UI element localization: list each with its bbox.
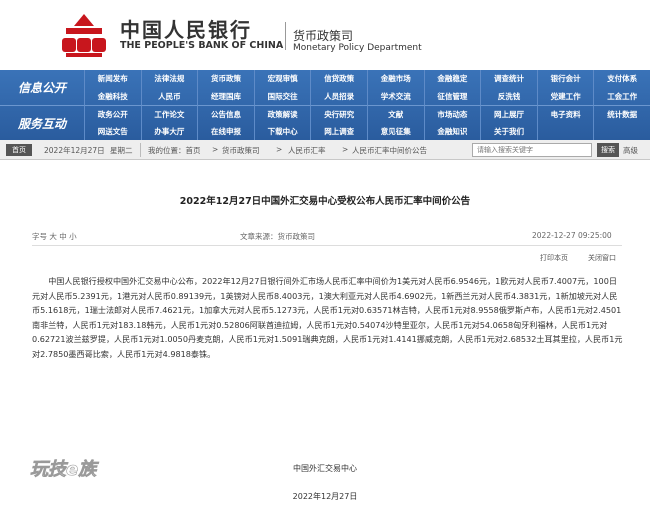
- nav-item[interactable]: 经理国库: [197, 87, 254, 105]
- font-size-selector[interactable]: 字号 大 中 小: [32, 231, 77, 242]
- breadcrumb-arrow-icon: >: [276, 145, 283, 154]
- nav-item[interactable]: 政策解读: [253, 105, 311, 123]
- main-navigation: 信息公开 服务互动 新闻发布 法律法规 货币政策 宏观审慎 信贷政策 金融市场 金融稳定 调查…: [0, 70, 650, 140]
- nav-item[interactable]: 下载中心: [253, 122, 311, 140]
- nav-item[interactable]: 银行会计: [536, 70, 594, 88]
- toolbar-separator: [140, 143, 141, 157]
- nav-item[interactable]: 法律法规: [140, 70, 198, 88]
- print-link[interactable]: 打印本页: [540, 253, 568, 263]
- article-divider: [32, 245, 622, 246]
- nav-item: [593, 122, 650, 140]
- search-button[interactable]: 搜索: [597, 143, 619, 157]
- search-input[interactable]: 请输入搜索关键字: [472, 143, 592, 157]
- department-name-cn: 货币政策司: [293, 29, 354, 43]
- nav-item[interactable]: 文献: [366, 105, 424, 123]
- department-name-en: Monetary Policy Department: [293, 43, 422, 53]
- pboc-logo-icon: [62, 14, 106, 57]
- nav-item[interactable]: 新闻发布: [84, 70, 141, 88]
- watermark-logo: 玩技e族: [30, 459, 100, 480]
- bank-name-en: THE PEOPLE'S BANK OF CHINA: [120, 40, 284, 51]
- breadcrumb-arrow-icon: >: [212, 145, 219, 154]
- nav-item[interactable]: 调查统计: [480, 70, 537, 88]
- nav-item[interactable]: 反洗钱: [480, 87, 537, 105]
- article-title: 2022年12月27日中国外汇交易中心受权公布人民币汇率中间价公告: [179, 196, 471, 207]
- article-body: 中国人民银行授权中国外汇交易中心公布，2022年12月27日银行间外汇市场人民币…: [32, 276, 623, 359]
- article-sign-date: 2022年12月27日: [292, 492, 358, 501]
- nav-item[interactable]: 金融稳定: [423, 70, 481, 88]
- nav-item[interactable]: 办事大厅: [140, 122, 198, 140]
- nav-item[interactable]: 支付体系: [593, 70, 650, 88]
- nav-section-service[interactable]: 服务互动: [0, 105, 84, 140]
- nav-item[interactable]: 工会工作: [593, 87, 650, 105]
- site-header: 中国人民银行 THE PEOPLE'S BANK OF CHINA 货币政策司 …: [0, 0, 650, 70]
- nav-item[interactable]: 统计数据: [593, 105, 650, 123]
- breadcrumb-rate-notice[interactable]: 人民币汇率中间价公告: [352, 145, 427, 156]
- nav-item[interactable]: 关于我们: [480, 122, 537, 140]
- nav-item[interactable]: 网上展厅: [480, 105, 537, 123]
- nav-item[interactable]: 人员招录: [310, 87, 367, 105]
- nav-item[interactable]: 意见征集: [366, 122, 424, 140]
- nav-item[interactable]: 市场动态: [423, 105, 481, 123]
- nav-item[interactable]: 工作论文: [140, 105, 198, 123]
- breadcrumb-arrow-icon: >: [342, 145, 349, 154]
- nav-section-info[interactable]: 信息公开: [0, 70, 84, 105]
- nav-item[interactable]: 国际交往: [253, 87, 311, 105]
- nav-item[interactable]: 人民币: [140, 87, 198, 105]
- nav-item[interactable]: 金融科技: [84, 87, 141, 105]
- toolbar: 首页 2022年12月27日 星期二 我的位置：首页 > 货币政策司 > 人民币…: [0, 140, 650, 160]
- nav-item[interactable]: 党建工作: [536, 87, 594, 105]
- nav-item[interactable]: 信贷政策: [310, 70, 367, 88]
- bank-name-cn: 中国人民银行: [120, 18, 252, 42]
- advanced-search-link[interactable]: 高级: [623, 145, 638, 156]
- nav-item[interactable]: 政务公开: [84, 105, 141, 123]
- close-window-link[interactable]: 关闭窗口: [588, 253, 616, 263]
- breadcrumb-home[interactable]: 我的位置：首页: [148, 145, 201, 156]
- nav-item: [536, 122, 594, 140]
- home-button[interactable]: 首页: [6, 144, 32, 156]
- current-date: 2022年12月27日: [44, 146, 105, 155]
- nav-item[interactable]: 在线申报: [197, 122, 254, 140]
- nav-item[interactable]: 金融知识: [423, 122, 481, 140]
- nav-item[interactable]: 征信管理: [423, 87, 481, 105]
- nav-item[interactable]: 网送文告: [84, 122, 141, 140]
- nav-grid: 新闻发布 法律法规 货币政策 宏观审慎 信贷政策 金融市场 金融稳定 调查统计 银行会计 支付体系…: [84, 70, 650, 140]
- current-weekday: 星期二: [110, 146, 133, 155]
- header-divider: [285, 22, 286, 50]
- nav-item[interactable]: 央行研究: [310, 105, 367, 123]
- article-source: 文章来源：货币政策司: [240, 232, 315, 241]
- nav-item[interactable]: 宏观审慎: [253, 70, 311, 88]
- nav-item[interactable]: 网上调查: [310, 122, 367, 140]
- article-date: 2022-12-27 09:25:00: [532, 231, 612, 240]
- nav-item[interactable]: 学术交流: [366, 87, 424, 105]
- breadcrumb-rmb-rate[interactable]: 人民币汇率: [288, 145, 326, 156]
- breadcrumb-monetary-policy[interactable]: 货币政策司: [222, 145, 260, 156]
- nav-item[interactable]: 金融市场: [366, 70, 424, 88]
- watermark-text: 玩技e族: [30, 459, 99, 480]
- nav-item[interactable]: 公告信息: [197, 105, 254, 123]
- nav-item[interactable]: 电子资料: [536, 105, 594, 123]
- nav-item[interactable]: 货币政策: [197, 70, 254, 88]
